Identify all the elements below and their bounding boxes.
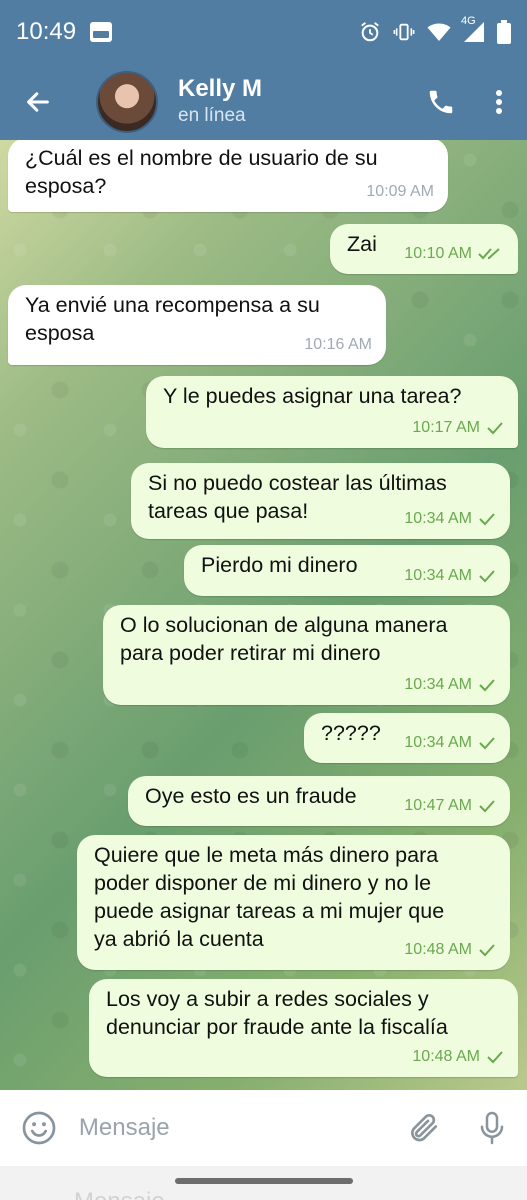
microphone-icon (481, 1111, 504, 1145)
message-outgoing[interactable]: Y le puedes asignar una tarea? 10:17 AM (146, 376, 518, 448)
ghost-message-label: Mensaje (74, 1188, 165, 1200)
message-time: 10:47 AM (404, 797, 472, 814)
emoji-button[interactable] (0, 1090, 79, 1166)
network-type: 4G (461, 15, 476, 27)
call-button[interactable] (411, 64, 471, 140)
message-time: 10:48 AM (404, 941, 472, 958)
message-time: 10:34 AM (404, 676, 472, 693)
message-outgoing[interactable]: Los voy a subir a redes sociales y denun… (89, 979, 518, 1077)
message-outgoing[interactable]: Quiere que le meta más dinero para poder… (77, 835, 510, 970)
more-options-button[interactable] (471, 64, 527, 140)
message-time: 10:17 AM (412, 419, 480, 436)
message-text: Y le puedes asignar una tarea? (163, 384, 462, 408)
attach-button[interactable] (389, 1090, 458, 1166)
message-time: 10:48 AM (412, 1048, 480, 1065)
more-vertical-icon (496, 90, 502, 114)
message-text: Los voy a subir a redes sociales y denun… (106, 987, 448, 1039)
chat-header: Kelly M en línea (0, 64, 527, 140)
chat-title[interactable]: Kelly M en línea (178, 75, 262, 129)
check-icon (479, 737, 495, 750)
message-text: O lo solucionan de alguna manera para po… (120, 613, 448, 665)
arrow-left-icon (27, 92, 49, 112)
check-icon (479, 570, 495, 583)
avatar[interactable] (96, 71, 158, 133)
gesture-bar[interactable] (175, 1178, 353, 1184)
message-incoming[interactable]: ¿Cuál es el nombre de usuario de su espo… (8, 140, 448, 212)
notification-app-icon (90, 22, 113, 42)
emoji-icon (23, 1111, 56, 1145)
battery-icon (497, 20, 511, 44)
message-outgoing[interactable]: ????? 10:34 AM (304, 713, 510, 763)
status-icons: 4G (359, 15, 511, 44)
check-icon (479, 944, 495, 957)
message-time: 10:09 AM (366, 183, 434, 200)
message-outgoing[interactable]: Zai 10:10 AM (330, 224, 518, 274)
message-time: 10:16 AM (304, 336, 372, 353)
message-outgoing[interactable]: Si no puedo costear las últimas tareas q… (131, 463, 510, 539)
message-time: 10:34 AM (404, 510, 472, 527)
message-time: 10:10 AM (404, 245, 472, 262)
message-time: 10:34 AM (404, 734, 472, 751)
message-outgoing[interactable]: Pierdo mi dinero 10:34 AM (184, 545, 510, 596)
alarm-icon (359, 21, 381, 43)
check-icon (487, 1051, 503, 1064)
message-time: 10:34 AM (404, 567, 472, 584)
message-input[interactable] (78, 1098, 389, 1158)
paperclip-icon (411, 1113, 438, 1142)
status-time: 10:49 (16, 18, 77, 45)
contact-status: en línea (178, 105, 246, 126)
message-outgoing[interactable]: Oye esto es un fraude 10:47 AM (128, 776, 510, 826)
check-icon (479, 679, 495, 692)
status-bar: 10:49 4G (0, 0, 527, 64)
check-icon (487, 422, 503, 435)
message-incoming[interactable]: Ya envié una recompensa a su esposa 10:1… (8, 285, 386, 365)
wifi-icon (427, 22, 451, 42)
voice-message-button[interactable] (458, 1090, 527, 1166)
check-icon (479, 513, 495, 526)
check-icon (479, 800, 495, 813)
double-check-icon (478, 248, 500, 260)
contact-name: Kelly M (178, 75, 263, 102)
back-button[interactable] (0, 64, 76, 140)
message-composer (0, 1090, 527, 1166)
message-outgoing[interactable]: O lo solucionan de alguna manera para po… (103, 605, 510, 705)
phone-icon (429, 90, 453, 114)
system-navigation-area: Mensaje (0, 1166, 527, 1200)
chat-messages[interactable]: ¿Cuál es el nombre de usuario de su espo… (0, 140, 527, 1090)
mobile-signal-icon: 4G (461, 15, 485, 43)
vibrate-icon (393, 21, 415, 43)
